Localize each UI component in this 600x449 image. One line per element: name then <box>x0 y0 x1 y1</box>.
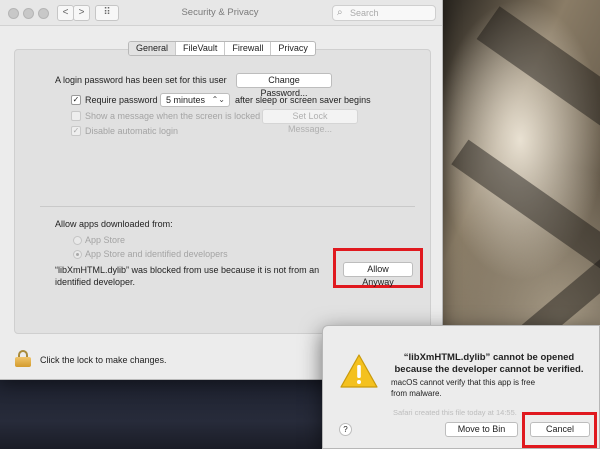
title-bar: < > ⠿ Security & Privacy ⌕ Search <box>0 0 442 26</box>
close-window-button[interactable] <box>8 8 19 19</box>
tab-filevault[interactable]: FileVault <box>176 42 226 55</box>
minimize-window-button[interactable] <box>23 8 34 19</box>
lock-text: Click the lock to make changes. <box>40 355 167 365</box>
forward-button[interactable]: > <box>73 5 90 21</box>
blocked-message-line1: “libXmHTML.dylib” was blocked from use b… <box>55 265 320 275</box>
show-all-button[interactable]: ⠿ <box>95 5 119 21</box>
tab-privacy[interactable]: Privacy <box>271 42 315 55</box>
radio-app-store[interactable] <box>73 236 82 245</box>
dialog-note: Safari created this file today at 14:55. <box>393 408 517 417</box>
radio-identified-developers-label: App Store and identified developers <box>85 249 228 259</box>
blocked-message-line2: identified developer. <box>55 277 136 287</box>
unverified-developer-dialog: “libXmHTML.dylib” cannot be opened becau… <box>322 325 600 449</box>
set-lock-message-button[interactable]: Set Lock Message... <box>262 109 358 134</box>
login-password-text: A login password has been set for this u… <box>55 75 227 85</box>
require-password-delay-value: 5 minutes <box>166 95 206 105</box>
dialog-title-line1: “libXmHTML.dylib” cannot be opened <box>403 352 575 363</box>
dialog-title-line2: because the developer cannot be verified… <box>394 364 584 375</box>
disable-autologin-label: Disable automatic login <box>85 126 179 136</box>
allow-apps-heading: Allow apps downloaded from: <box>55 219 173 229</box>
cancel-button[interactable]: Cancel <box>530 422 590 437</box>
warning-icon <box>340 354 378 388</box>
require-password-label: Require password <box>85 95 158 105</box>
change-password-button[interactable]: Change Password... <box>236 73 332 98</box>
search-input[interactable]: ⌕ Search <box>332 5 436 21</box>
dialog-title: “libXmHTML.dylib” cannot be opened becau… <box>391 352 587 376</box>
show-message-label: Show a message when the screen is locked <box>85 111 261 121</box>
search-placeholder: Search <box>350 8 379 18</box>
tab-firewall[interactable]: Firewall <box>225 42 272 55</box>
radio-identified-developers[interactable] <box>73 250 82 259</box>
after-sleep-text: after sleep or screen saver begins <box>235 95 371 105</box>
move-to-bin-button[interactable]: Move to Bin <box>445 422 518 437</box>
dialog-message-line2: from malware. <box>391 389 442 398</box>
require-password-checkbox[interactable]: ✓ <box>71 95 81 105</box>
security-privacy-window: < > ⠿ Security & Privacy ⌕ Search Genera… <box>0 0 443 380</box>
help-button[interactable]: ? <box>339 423 352 436</box>
require-password-delay-select[interactable]: 5 minutes ⌃⌄ <box>160 93 230 107</box>
search-icon: ⌕ <box>337 7 343 18</box>
back-button[interactable]: < <box>57 5 74 21</box>
disable-autologin-checkbox[interactable]: ✓ <box>71 126 81 136</box>
chevron-left-icon: < <box>62 7 69 18</box>
chevron-right-icon: > <box>78 7 85 18</box>
dialog-message: macOS cannot verify that this app is fre… <box>391 377 535 399</box>
settings-panel <box>14 49 431 334</box>
window-title: Security & Privacy <box>181 7 259 18</box>
zoom-window-button[interactable] <box>38 8 49 19</box>
show-message-checkbox[interactable] <box>71 111 81 121</box>
grid-icon: ⠿ <box>103 7 111 18</box>
section-divider <box>40 206 415 207</box>
dialog-message-line1: macOS cannot verify that this app is fre… <box>391 378 536 387</box>
allow-anyway-button[interactable]: Allow Anyway <box>343 262 413 287</box>
tab-general[interactable]: General <box>129 42 177 55</box>
lock-icon[interactable] <box>15 350 31 367</box>
updown-chevron-icon: ⌃⌄ <box>211 95 225 104</box>
tab-bar: General FileVault Firewall Privacy <box>128 41 316 56</box>
radio-app-store-label: App Store <box>85 235 126 245</box>
